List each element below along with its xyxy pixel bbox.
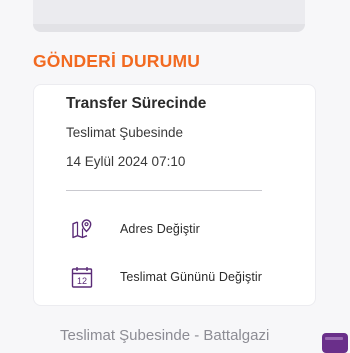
status-datetime: 14 Eylül 2024 07:10 (66, 154, 186, 169)
chat-bubble-stripe (325, 337, 343, 340)
map-pin-icon (72, 219, 92, 239)
next-status-label: Teslimat Şubesinde - Battalgazi (60, 327, 270, 344)
status-location: Teslimat Şubesinde (66, 125, 184, 140)
section-title: GÖNDERİ DURUMU (33, 51, 201, 71)
calendar-icon-day: 12 (77, 276, 87, 286)
chat-bubble-icon[interactable] (322, 333, 348, 353)
change-address-label: Adres Değiştir (120, 222, 200, 236)
shipment-status-card: Transfer Sürecinde Teslimat Şubesinde 14… (33, 84, 316, 306)
previous-card-footer (33, 24, 305, 32)
change-delivery-day-button[interactable]: 12 Teslimat Gününü Değiştir (70, 265, 262, 289)
change-address-button[interactable]: Adres Değiştir (70, 217, 200, 241)
calendar-icon: 12 (71, 267, 93, 288)
status-title: Transfer Sürecinde (66, 95, 207, 112)
previous-card (33, 0, 305, 32)
change-delivery-day-label: Teslimat Gününü Değiştir (120, 270, 263, 284)
card-divider (66, 190, 262, 191)
